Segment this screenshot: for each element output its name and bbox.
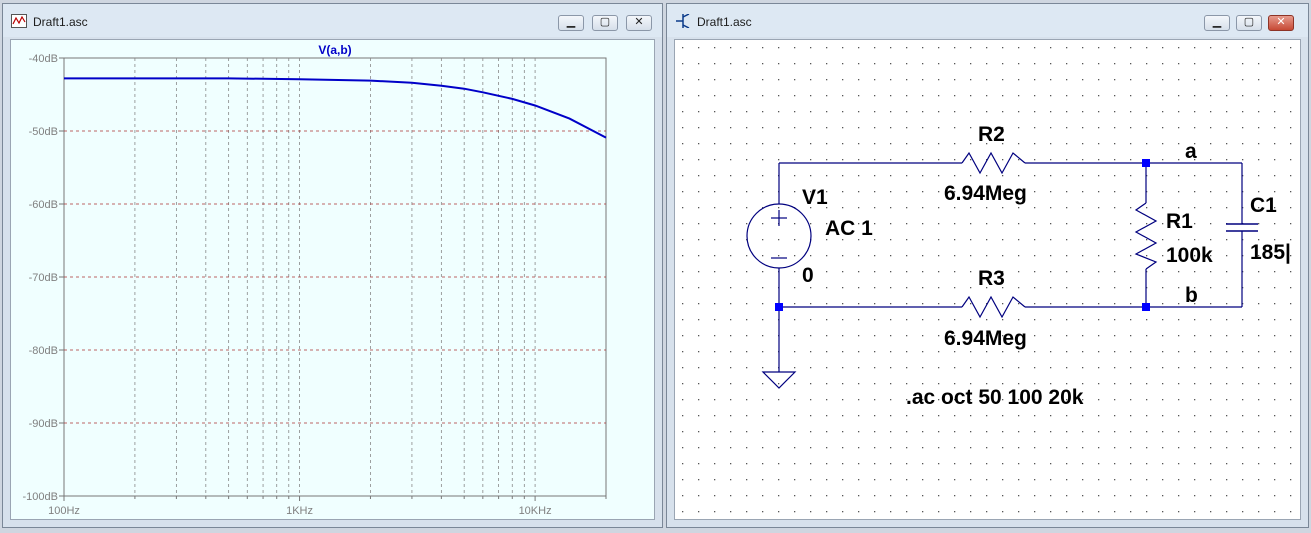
- label-v1-name[interactable]: V1: [802, 186, 828, 209]
- restore-button[interactable]: ▢: [592, 15, 618, 31]
- schematic-window-titlebar[interactable]: Draft1.asc ▁ ▢ ✕: [667, 4, 1308, 37]
- close-button[interactable]: ✕: [626, 15, 652, 31]
- x-tick-label: 1KHz: [286, 505, 313, 517]
- y-tick-label: -70dB: [29, 272, 58, 284]
- y-tick-label: -50dB: [29, 126, 58, 138]
- waveform-window[interactable]: Draft1.asc ▁ ▢ ✕ -40dB -50dB -60dB -70dB -80…: [2, 3, 663, 528]
- y-tick-label: -40dB: [29, 53, 58, 65]
- y-tick-label: -60dB: [29, 199, 58, 211]
- restore-button[interactable]: ▢: [1236, 15, 1262, 31]
- x-tick-label: 100Hz: [48, 505, 80, 517]
- spice-directive[interactable]: .ac oct 50 100 20k: [906, 386, 1084, 409]
- label-r3-value[interactable]: 6.94Meg: [944, 327, 1027, 350]
- schematic-window[interactable]: Draft1.asc ▁ ▢ ✕ R2 6.94Meg R3 6.94Meg R…: [666, 3, 1309, 528]
- label-r1-name[interactable]: R1: [1166, 210, 1193, 233]
- label-node-a[interactable]: a: [1185, 140, 1197, 163]
- label-r1-value[interactable]: 100k: [1166, 244, 1213, 267]
- label-v1-value[interactable]: AC 1: [825, 217, 873, 240]
- schematic-window-title: Draft1.asc: [697, 15, 752, 29]
- minimize-button[interactable]: ▁: [1204, 15, 1230, 31]
- y-tick-label: -100dB: [23, 491, 58, 503]
- plot-pane[interactable]: -40dB -50dB -60dB -70dB -80dB -90dB -100dB 100H…: [10, 39, 655, 520]
- schematic-canvas[interactable]: R2 6.94Meg R3 6.94Meg R1 100k C1 185| V1…: [674, 39, 1301, 520]
- schematic-drawing[interactable]: R2 6.94Meg R3 6.94Meg R1 100k C1 185| V1…: [675, 40, 1301, 520]
- junction-node-ground[interactable]: [775, 303, 783, 311]
- label-r3-name[interactable]: R3: [978, 267, 1005, 290]
- waveform-plot-icon: [11, 14, 27, 28]
- junction-node-a[interactable]: [1142, 159, 1150, 167]
- trace-name-v-ab[interactable]: V(a,b): [318, 43, 351, 57]
- bode-plot[interactable]: -40dB -50dB -60dB -70dB -80dB -90dB -100dB 100H…: [11, 40, 655, 520]
- waveform-window-title: Draft1.asc: [33, 15, 88, 29]
- y-tick-label: -80dB: [29, 345, 58, 357]
- label-node-b[interactable]: b: [1185, 284, 1198, 307]
- junction-node-b[interactable]: [1142, 303, 1150, 311]
- minimize-button[interactable]: ▁: [558, 15, 584, 31]
- label-r2-value[interactable]: 6.94Meg: [944, 182, 1027, 205]
- label-c1-name[interactable]: C1: [1250, 194, 1277, 217]
- schematic-icon: [676, 14, 690, 28]
- label-c1-value[interactable]: 185|: [1250, 241, 1291, 264]
- x-tick-label: 10KHz: [519, 505, 552, 517]
- close-button[interactable]: ✕: [1268, 15, 1294, 31]
- label-ground-node[interactable]: 0: [802, 264, 814, 287]
- waveform-window-titlebar[interactable]: Draft1.asc ▁ ▢ ✕: [3, 4, 662, 37]
- label-r2-name[interactable]: R2: [978, 123, 1005, 146]
- y-tick-label: -90dB: [29, 418, 58, 430]
